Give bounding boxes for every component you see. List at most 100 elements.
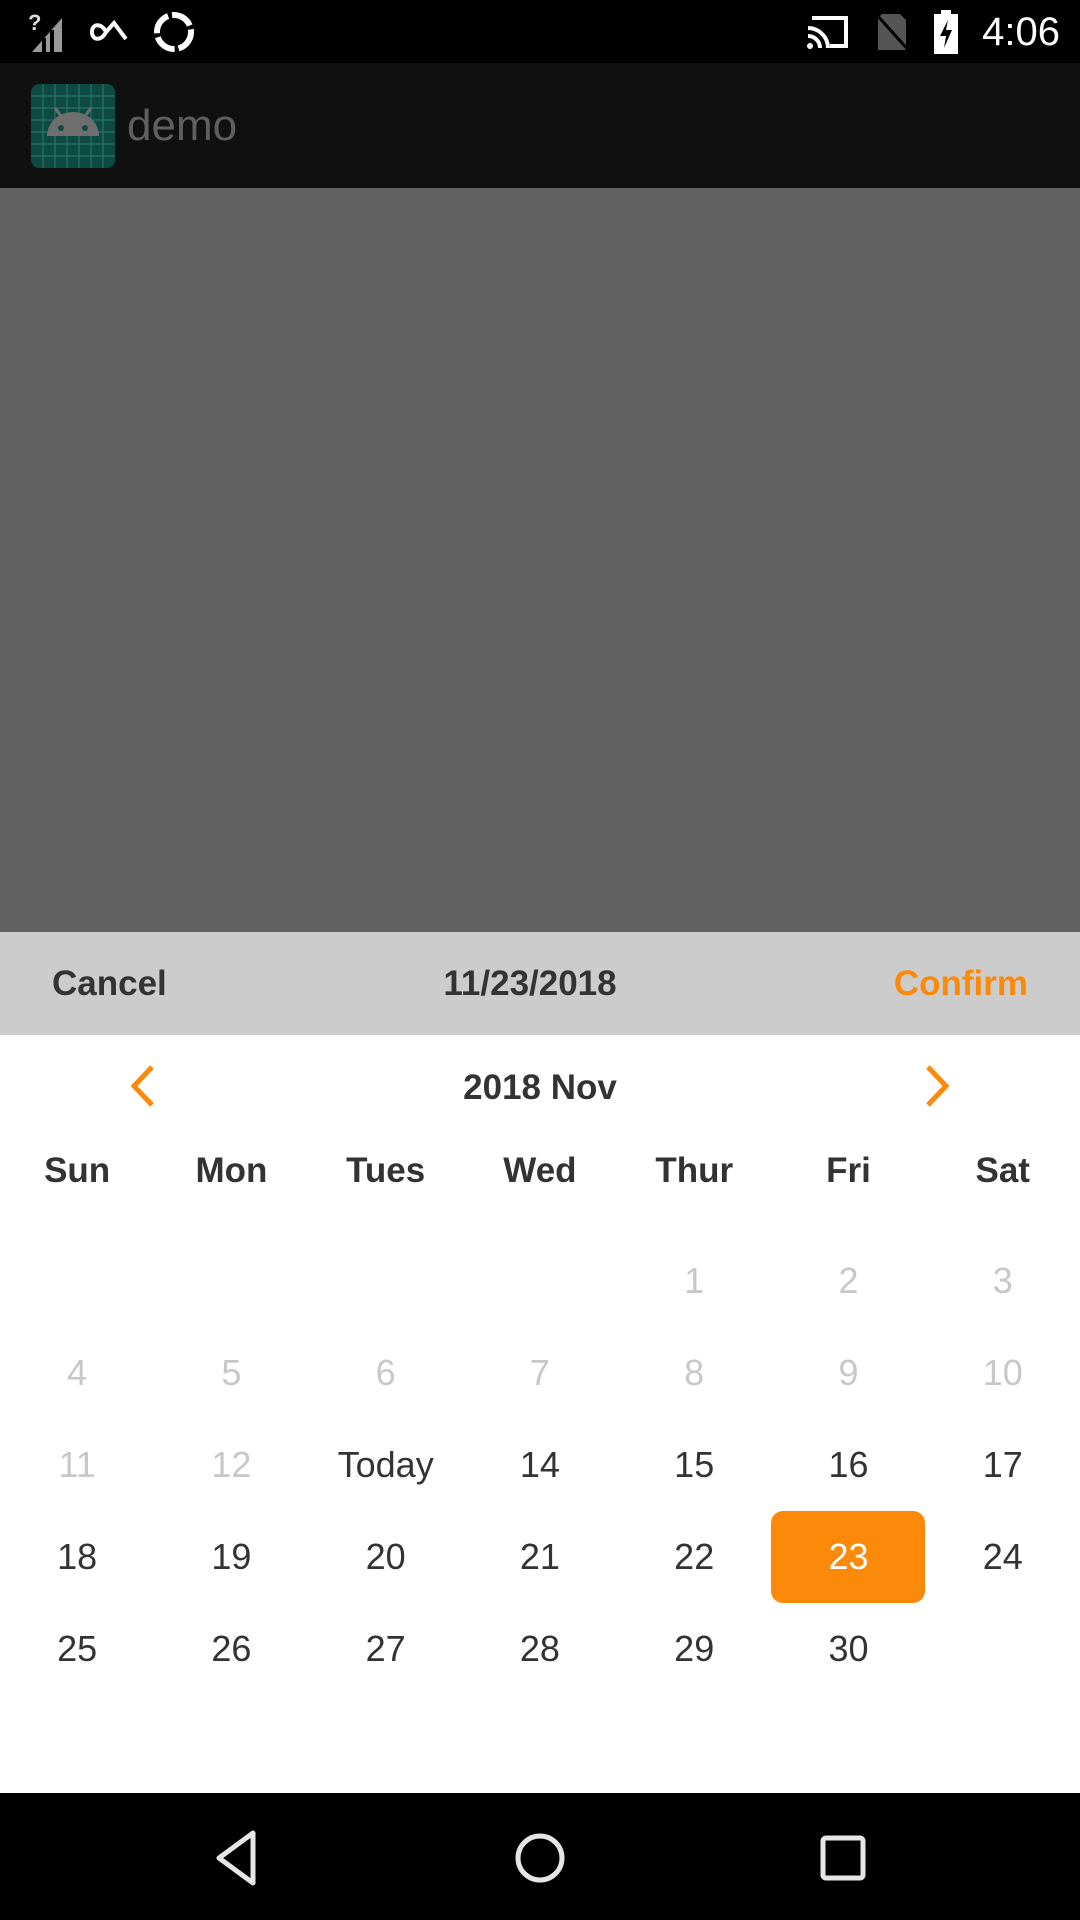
day-label: Today bbox=[337, 1444, 434, 1485]
day-label: 14 bbox=[519, 1444, 560, 1485]
no-sim-icon bbox=[875, 12, 911, 52]
day-label: 6 bbox=[375, 1352, 396, 1393]
cast-icon bbox=[807, 16, 849, 49]
calendar-week-row: 25 26 27 28 29 30 bbox=[0, 1603, 1080, 1695]
infinity-icon bbox=[89, 19, 128, 41]
calendar-day-disabled: 12 bbox=[154, 1419, 308, 1511]
weekday-label: Mon bbox=[195, 1151, 268, 1190]
battery-charging-icon bbox=[934, 10, 959, 54]
android-app-icon bbox=[31, 84, 115, 168]
calendar-day-empty bbox=[309, 1235, 463, 1327]
calendar-day-disabled: 9 bbox=[771, 1327, 925, 1419]
calendar-day-disabled: 11 bbox=[0, 1419, 154, 1511]
day-label: 20 bbox=[365, 1536, 406, 1577]
day-label: 28 bbox=[519, 1628, 560, 1669]
calendar-day[interactable]: 20 bbox=[309, 1511, 463, 1603]
calendar-week-row: 4 5 6 7 8 9 10 bbox=[0, 1327, 1080, 1419]
weekday-label: Tues bbox=[346, 1151, 426, 1190]
day-label: 11 bbox=[58, 1444, 96, 1485]
day-label: 26 bbox=[211, 1628, 252, 1669]
calendar-day-disabled: 5 bbox=[154, 1327, 308, 1419]
calendar-week-row: 18 19 20 21 22 23 24 bbox=[0, 1511, 1080, 1603]
navigation-bar bbox=[0, 1793, 1080, 1920]
recents-icon bbox=[820, 1835, 866, 1881]
recents-button[interactable] bbox=[808, 1823, 878, 1893]
calendar-day[interactable]: 17 bbox=[926, 1419, 1080, 1511]
day-grid: 1 2 3 4 5 6 7 8 9 10 11 12 Today 14 15 16 17 18 19 20 21 22 23… bbox=[0, 1235, 1080, 1695]
back-button[interactable] bbox=[201, 1823, 271, 1893]
confirm-button[interactable]: Confirm bbox=[894, 932, 1028, 1035]
weekday-label: Wed bbox=[503, 1151, 577, 1190]
weekday-label: Sun bbox=[44, 1151, 111, 1190]
day-label: 25 bbox=[57, 1628, 98, 1669]
day-label: 16 bbox=[828, 1444, 869, 1485]
day-label: 2 bbox=[838, 1260, 859, 1301]
calendar-day-disabled: 7 bbox=[463, 1327, 617, 1419]
calendar: 2018 Nov Sun Mon Tues Wed Thur Fri Sat 1… bbox=[0, 1035, 1080, 1793]
home-icon bbox=[515, 1833, 565, 1883]
calendar-day[interactable]: 29 bbox=[617, 1603, 771, 1695]
day-label: 19 bbox=[211, 1536, 252, 1577]
home-button[interactable] bbox=[505, 1823, 575, 1893]
date-picker-header: 11/23/2018 Cancel Confirm bbox=[0, 932, 1080, 1035]
calendar-day-disabled: 10 bbox=[926, 1327, 1080, 1419]
calendar-day[interactable]: 27 bbox=[309, 1603, 463, 1695]
calendar-day[interactable]: 28 bbox=[463, 1603, 617, 1695]
weekday-header: Sun Mon Tues Wed Thur Fri Sat bbox=[0, 1141, 1080, 1201]
day-label: 3 bbox=[992, 1260, 1013, 1301]
app-bar: demo bbox=[0, 63, 1080, 188]
calendar-day[interactable]: 25 bbox=[0, 1603, 154, 1695]
calendar-week-row: 11 12 Today 14 15 16 17 bbox=[0, 1419, 1080, 1511]
chevron-right-icon bbox=[926, 1065, 950, 1107]
day-label: 12 bbox=[211, 1444, 252, 1485]
day-label: 7 bbox=[529, 1352, 550, 1393]
calendar-day-disabled: 8 bbox=[617, 1327, 771, 1419]
signal-unknown-icon: ? bbox=[28, 12, 62, 52]
calendar-day[interactable]: 16 bbox=[771, 1419, 925, 1511]
day-label: 30 bbox=[828, 1628, 869, 1669]
prev-month-button[interactable] bbox=[118, 1061, 168, 1111]
day-label: 27 bbox=[365, 1628, 406, 1669]
day-label: 23 bbox=[828, 1536, 869, 1577]
calendar-day[interactable]: 24 bbox=[926, 1511, 1080, 1603]
cancel-button[interactable]: Cancel bbox=[52, 932, 167, 1035]
calendar-day-empty bbox=[154, 1235, 308, 1327]
next-month-button[interactable] bbox=[912, 1061, 962, 1111]
clock: 4:06 bbox=[982, 9, 1060, 54]
calendar-day[interactable]: 22 bbox=[617, 1511, 771, 1603]
calendar-day-disabled: 3 bbox=[926, 1235, 1080, 1327]
app-title: demo bbox=[127, 101, 238, 150]
day-label: 4 bbox=[67, 1352, 88, 1393]
calendar-day[interactable]: 21 bbox=[463, 1511, 617, 1603]
calendar-day[interactable]: 15 bbox=[617, 1419, 771, 1511]
status-bar: ? 4:06 bbox=[0, 0, 1080, 63]
day-label: 10 bbox=[982, 1352, 1023, 1393]
day-label: 17 bbox=[982, 1444, 1023, 1485]
calendar-day[interactable]: 14 bbox=[463, 1419, 617, 1511]
day-label: 8 bbox=[684, 1352, 705, 1393]
weekday-label: Sat bbox=[975, 1151, 1030, 1190]
calendar-day-selected[interactable]: 23 bbox=[771, 1511, 926, 1603]
day-label: 1 bbox=[684, 1260, 705, 1301]
sync-icon bbox=[154, 12, 194, 52]
day-label: 18 bbox=[57, 1536, 98, 1577]
calendar-day[interactable]: 18 bbox=[0, 1511, 154, 1603]
dim-overlay[interactable] bbox=[0, 188, 1080, 932]
calendar-day[interactable]: 26 bbox=[154, 1603, 308, 1695]
calendar-day-disabled: 4 bbox=[0, 1327, 154, 1419]
calendar-day-empty bbox=[926, 1603, 1080, 1695]
calendar-day-empty bbox=[463, 1235, 617, 1327]
weekday-label: Thur bbox=[655, 1151, 734, 1190]
calendar-day-today[interactable]: Today bbox=[309, 1419, 463, 1511]
day-label: 5 bbox=[221, 1352, 242, 1393]
calendar-day-disabled: 2 bbox=[771, 1235, 925, 1327]
calendar-day-disabled: 6 bbox=[309, 1327, 463, 1419]
calendar-day-empty bbox=[0, 1235, 154, 1327]
calendar-day-disabled: 1 bbox=[617, 1235, 771, 1327]
day-label: 9 bbox=[838, 1352, 859, 1393]
day-label: 15 bbox=[674, 1444, 715, 1485]
calendar-day[interactable]: 30 bbox=[771, 1603, 925, 1695]
calendar-day[interactable]: 19 bbox=[154, 1511, 308, 1603]
day-label: 29 bbox=[674, 1628, 715, 1669]
svg-text:?: ? bbox=[28, 12, 41, 35]
